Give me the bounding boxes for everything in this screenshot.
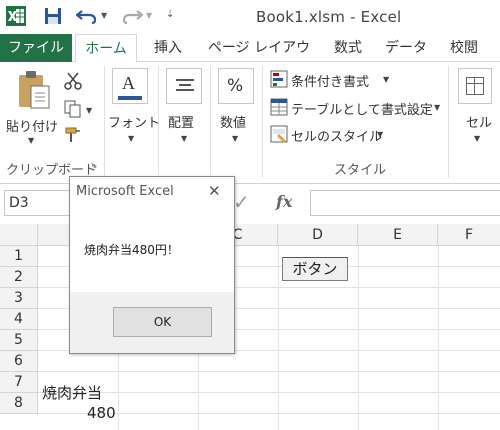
alignment-dropdown-icon[interactable]: ▼ xyxy=(181,134,187,143)
row-header-8[interactable]: 8 xyxy=(0,393,38,414)
cell-styles-dropdown-icon[interactable]: ▼ xyxy=(377,130,383,139)
format-as-table-icon xyxy=(270,98,288,116)
gridline xyxy=(438,246,439,430)
cell-styles-button[interactable]: セルのスタイル xyxy=(291,126,382,145)
number-format-icon[interactable]: % xyxy=(218,68,254,104)
cells-dropdown-icon[interactable]: ▼ xyxy=(474,134,480,143)
dialog-message: 焼肉弁当480円！ xyxy=(84,243,179,257)
ribbon-tabs: ファイル ホーム 挿入 ページ レイアウト 数式 データ 校閲 xyxy=(0,34,500,84)
font-icon[interactable]: A xyxy=(112,68,148,104)
sheet-macro-button[interactable]: ボタン xyxy=(282,257,348,281)
group-separator xyxy=(104,66,105,178)
tab-page-layout[interactable]: ページ レイアウト xyxy=(205,34,313,84)
cells-button[interactable]: セル xyxy=(466,112,492,131)
row-header-4[interactable]: 4 xyxy=(0,309,38,330)
alignment-button[interactable]: 配置 xyxy=(168,112,194,131)
insert-function-icon[interactable]: fx xyxy=(276,192,292,211)
row-header-2[interactable]: 2 xyxy=(0,267,38,288)
cell-styles-icon xyxy=(270,125,288,143)
undo-icon[interactable] xyxy=(76,8,98,24)
select-all-corner[interactable] xyxy=(0,224,38,246)
row-header-3[interactable]: 3 xyxy=(0,288,38,309)
cut-icon[interactable] xyxy=(64,72,82,90)
redo-icon[interactable] xyxy=(121,8,143,24)
enter-check-icon[interactable]: ✓ xyxy=(233,190,250,214)
font-dropdown-icon[interactable]: ▼ xyxy=(128,134,134,143)
conditional-formatting-icon xyxy=(270,70,288,88)
row-header-5[interactable]: 5 xyxy=(0,330,38,351)
ribbon: 貼り付け ▼ ▼ クリップボード ↘ A フォント ▼ 配置 ▼ % 数値 ▼ … xyxy=(0,62,500,184)
paste-icon[interactable] xyxy=(16,70,52,110)
conditional-formatting-button[interactable]: 条件付き書式 xyxy=(291,71,369,90)
gridline xyxy=(38,371,500,372)
number-button[interactable]: 数値 xyxy=(220,112,246,131)
cell-a7[interactable]: 焼肉弁当 xyxy=(42,382,102,403)
dialog-title: Microsoft Excel xyxy=(76,184,174,199)
format-as-table-button[interactable]: テーブルとして書式設定 xyxy=(291,99,433,118)
paste-button[interactable]: 貼り付け xyxy=(6,116,58,135)
tab-formulas[interactable]: 数式 xyxy=(329,34,367,62)
tab-data[interactable]: データ xyxy=(384,34,428,62)
gridline xyxy=(278,246,279,430)
formula-input[interactable] xyxy=(310,190,500,216)
row-header-6[interactable]: 6 xyxy=(0,351,38,372)
tab-insert[interactable]: 挿入 xyxy=(148,34,188,62)
clipboard-launcher-icon[interactable]: ↘ xyxy=(90,161,98,171)
tab-home[interactable]: ホーム xyxy=(75,34,137,63)
column-header-f[interactable]: F xyxy=(438,224,500,246)
gridline xyxy=(358,246,359,430)
customize-icon[interactable]: ⇣ xyxy=(166,9,174,20)
group-separator xyxy=(210,66,211,178)
paste-dropdown-icon[interactable]: ▼ xyxy=(28,136,34,145)
title-bar: ▼ ▼ ⇣ Book1.xlsm - Excel xyxy=(0,0,500,34)
save-icon[interactable] xyxy=(44,7,62,25)
copy-dropdown-icon[interactable]: ▼ xyxy=(86,106,92,115)
column-header-e[interactable]: E xyxy=(358,224,438,246)
window-title: Book1.xlsm - Excel xyxy=(256,8,402,26)
gridline xyxy=(38,392,500,393)
group-separator xyxy=(158,66,159,178)
message-box-dialog: Microsoft Excel ✕ 焼肉弁当480円！ OK xyxy=(69,176,235,354)
close-icon[interactable]: ✕ xyxy=(208,182,221,200)
tab-file[interactable]: ファイル xyxy=(0,34,72,62)
format-painter-icon[interactable] xyxy=(64,126,84,144)
alignment-icon[interactable] xyxy=(166,68,202,104)
cell-a8[interactable]: 480 xyxy=(87,404,116,422)
copy-icon[interactable] xyxy=(64,100,82,118)
styles-group-label: スタイル xyxy=(334,163,387,178)
conditional-dropdown-icon[interactable]: ▼ xyxy=(383,75,389,84)
cells-icon[interactable] xyxy=(458,68,492,104)
column-header-d[interactable]: D xyxy=(278,224,358,246)
tab-review[interactable]: 校閲 xyxy=(445,34,483,62)
excel-logo-icon xyxy=(6,6,26,26)
dialog-footer: OK xyxy=(70,292,234,353)
undo-dropdown-icon[interactable]: ▼ xyxy=(101,11,107,20)
font-button[interactable]: フォント xyxy=(108,112,160,131)
redo-dropdown-icon[interactable]: ▼ xyxy=(146,11,152,20)
group-separator xyxy=(262,66,263,178)
number-dropdown-icon[interactable]: ▼ xyxy=(232,134,238,143)
group-separator xyxy=(448,66,449,178)
ok-button[interactable]: OK xyxy=(113,307,212,337)
format-as-table-dropdown-icon[interactable]: ▼ xyxy=(434,103,440,112)
row-header-7[interactable]: 7 xyxy=(0,372,38,393)
row-header-1[interactable]: 1 xyxy=(0,246,38,267)
